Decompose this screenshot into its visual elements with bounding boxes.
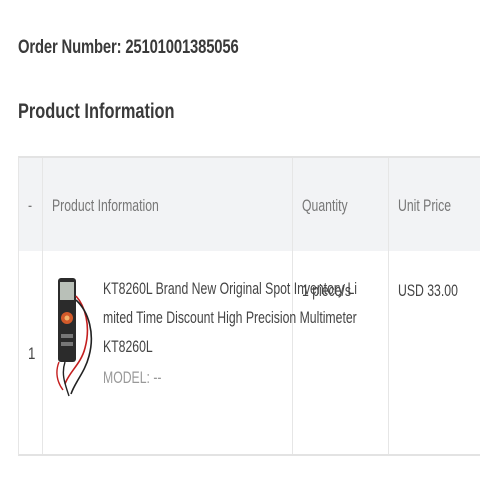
header-quantity: Quantity [302,196,348,215]
product-table: - Product Information Quantity Unit Pric… [18,156,480,456]
multimeter-thumbnail-icon[interactable] [55,276,103,400]
section-title: Product Information [18,100,175,123]
header-product-information: Product Information [52,196,159,215]
product-unit-price: USD 33.00 [398,281,458,300]
order-number: Order Number: 25101001385056 [18,37,239,58]
header-index: - [28,196,33,215]
row-index: 1 [28,344,36,363]
product-model: MODEL: -- [103,368,162,387]
column-divider [388,158,389,454]
header-unit-price: Unit Price [398,196,452,215]
product-description: KT8260L Brand New Original Spot Inventor… [103,274,357,392]
product-quantity: 1 piece/s [302,281,351,300]
column-divider [42,158,43,454]
